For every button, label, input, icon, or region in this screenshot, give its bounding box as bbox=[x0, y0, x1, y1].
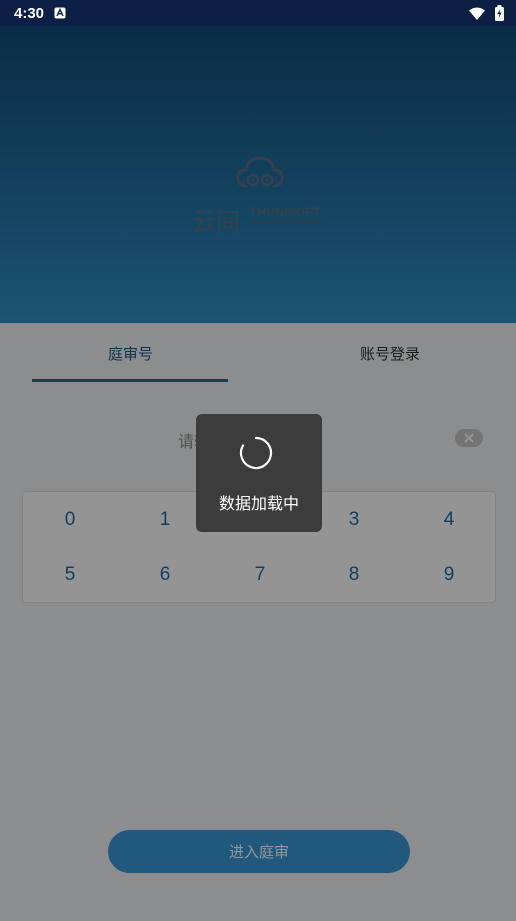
loading-text: 数据加载中 bbox=[218, 494, 299, 513]
status-left: 4:30 bbox=[14, 5, 66, 22]
status-time: 4:30 bbox=[14, 4, 45, 22]
status-right bbox=[469, 5, 504, 21]
status-bar: 4:30 bbox=[0, 0, 516, 26]
loading-spinner-icon bbox=[239, 436, 273, 470]
battery-charging-icon bbox=[495, 5, 504, 21]
wifi-icon bbox=[469, 7, 485, 20]
loading-dialog: 数据加载中 bbox=[196, 414, 322, 532]
notification-a-icon bbox=[54, 7, 66, 19]
